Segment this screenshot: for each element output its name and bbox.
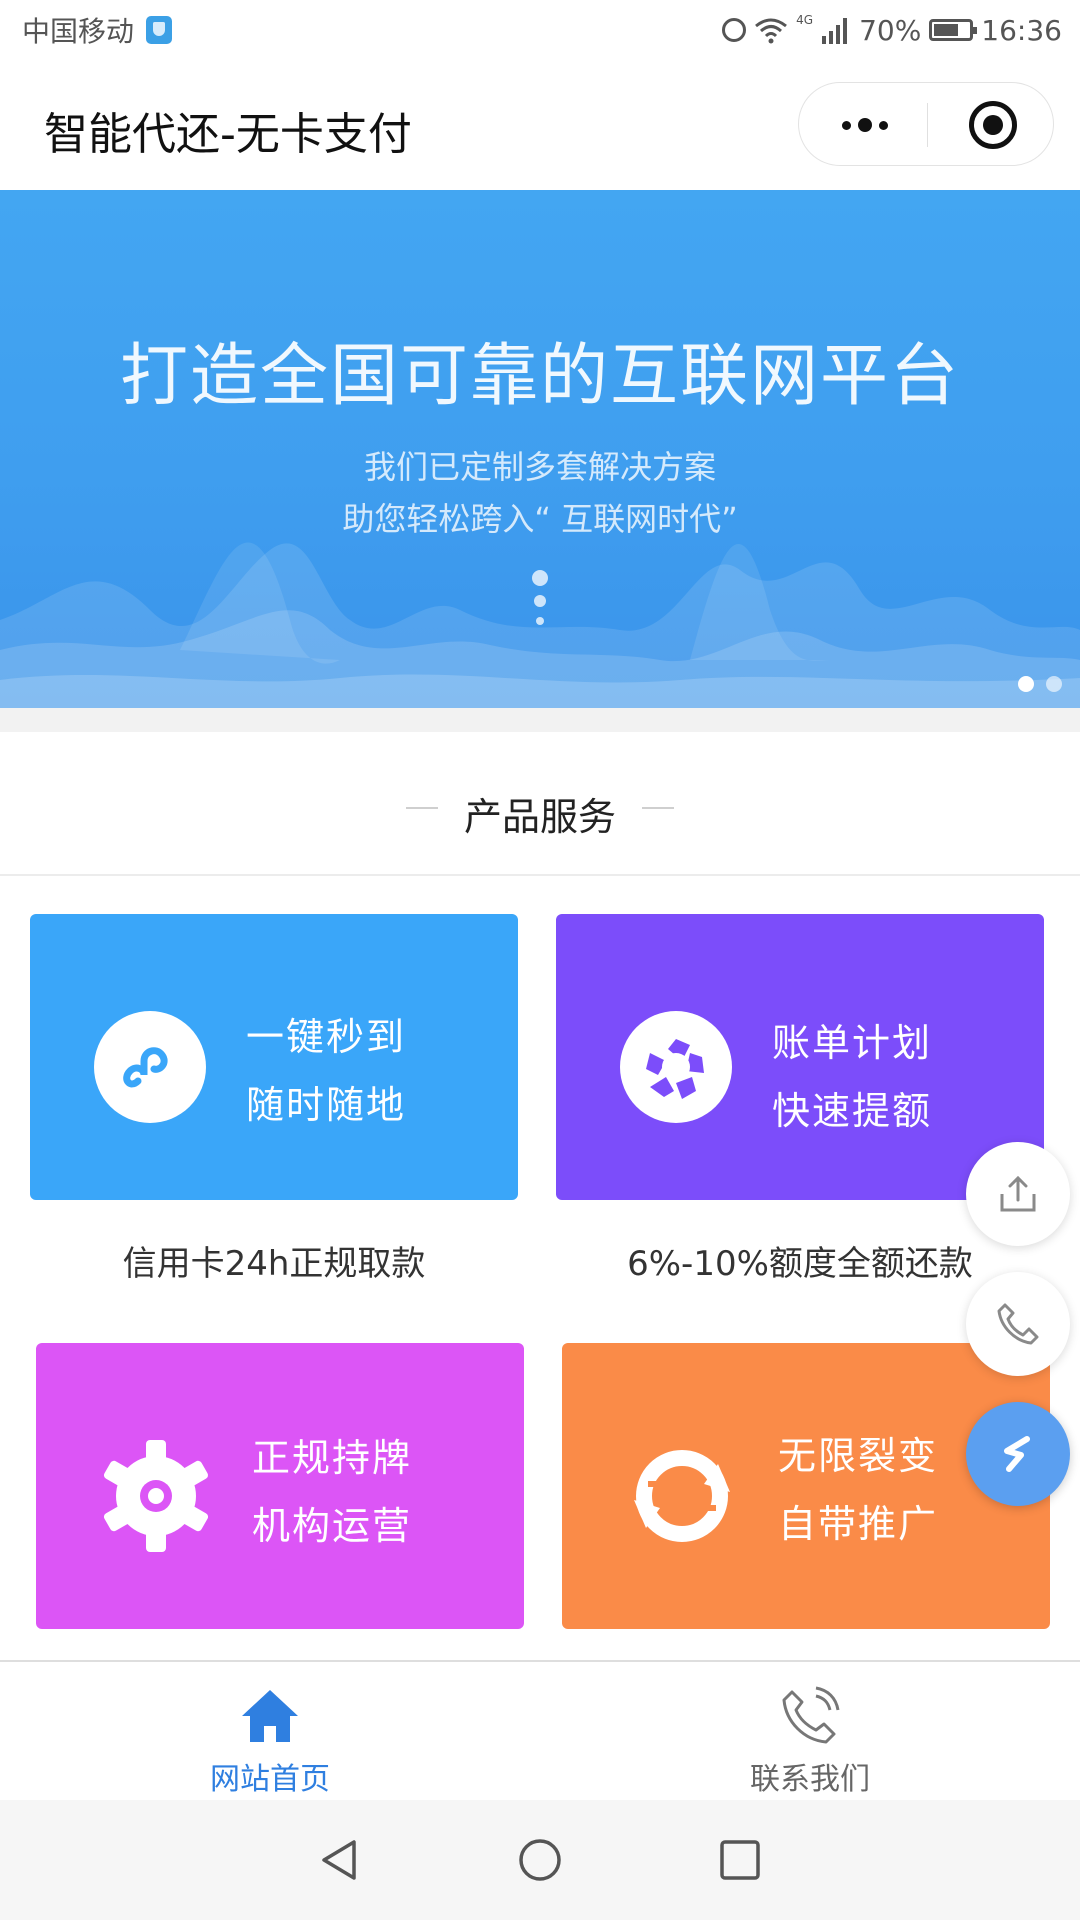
system-nav-bar bbox=[0, 1800, 1080, 1920]
banner-subtitle-line1: 我们已定制多套解决方案 bbox=[363, 448, 716, 486]
card-line2: 自带推广 bbox=[778, 1502, 939, 1546]
brand-logo-button[interactable] bbox=[966, 1402, 1070, 1506]
section-header: 产品服务 bbox=[0, 732, 1080, 876]
aperture-icon bbox=[620, 1011, 732, 1123]
clock: 16:36 bbox=[981, 13, 1062, 47]
carousel-dot[interactable] bbox=[1018, 676, 1034, 692]
home-circle-icon[interactable] bbox=[510, 1830, 570, 1890]
card-line1: 正规持牌 bbox=[252, 1436, 413, 1480]
status-bar: 中国移动 4G 70% 16:36 bbox=[0, 0, 1080, 62]
carousel-indicator bbox=[1018, 676, 1062, 692]
card-caption: 信用卡24h正规取款 bbox=[122, 1244, 426, 1284]
status-icons: 4G 70% 16:36 bbox=[722, 10, 1062, 50]
mini-program-capsule bbox=[798, 82, 1054, 166]
phone-icon bbox=[997, 1303, 1039, 1345]
gear-icon bbox=[103, 1440, 209, 1552]
wifi-icon bbox=[754, 16, 788, 44]
brand-logo-icon bbox=[1004, 1436, 1030, 1472]
divider-right bbox=[642, 807, 674, 809]
share-button[interactable] bbox=[966, 1142, 1070, 1246]
link-icon bbox=[94, 1011, 206, 1123]
card-line1: 账单计划 bbox=[772, 1021, 933, 1065]
capsule-divider bbox=[927, 103, 928, 147]
phone-call-icon bbox=[782, 1686, 840, 1744]
shield-icon bbox=[146, 16, 172, 44]
battery-icon bbox=[929, 19, 978, 41]
page-title: 智能代还-无卡支付 bbox=[44, 109, 412, 160]
card-line2: 快速提额 bbox=[772, 1089, 933, 1133]
tab-contact-label: 联系我们 bbox=[750, 1762, 870, 1797]
call-button[interactable] bbox=[966, 1272, 1070, 1376]
alarm-icon bbox=[722, 18, 747, 42]
section-title: 产品服务 bbox=[463, 795, 616, 839]
tab-home-label: 网站首页 bbox=[210, 1762, 330, 1797]
tab-home[interactable]: 网站首页 bbox=[0, 1662, 540, 1800]
card-line1: 无限裂变 bbox=[778, 1434, 939, 1478]
banner-subtitle-line2: 助您轻松跨入“ 互联网时代” bbox=[342, 500, 738, 538]
banner-carousel[interactable]: 打造全国可靠的互联网平台 我们已定制多套解决方案 助您轻松跨入“ 互联网时代” bbox=[0, 190, 1080, 708]
battery-percent: 70% bbox=[859, 13, 922, 47]
network-type: 4G bbox=[796, 13, 814, 27]
share-icon bbox=[1000, 1175, 1036, 1212]
tab-contact[interactable]: 联系我们 bbox=[540, 1662, 1080, 1800]
card-caption: 6%-10%额度全额还款 bbox=[627, 1244, 973, 1284]
section-spacer bbox=[0, 708, 1080, 732]
close-target-icon[interactable] bbox=[969, 101, 1017, 149]
back-icon[interactable] bbox=[310, 1830, 370, 1890]
service-card-billing[interactable]: 账单计划 快速提额 bbox=[556, 914, 1044, 1200]
card-line2: 机构运营 bbox=[252, 1504, 413, 1548]
home-icon bbox=[242, 1690, 298, 1742]
title-bar: 智能代还-无卡支付 bbox=[0, 62, 1080, 190]
carrier-name: 中国移动 bbox=[22, 15, 135, 48]
refresh-icon bbox=[634, 1450, 730, 1542]
card-line1: 一键秒到 bbox=[246, 1015, 407, 1059]
service-card-instant[interactable]: 一键秒到 随时随地 bbox=[30, 914, 518, 1200]
card-line2: 随时随地 bbox=[246, 1083, 407, 1127]
service-card-licensed[interactable]: 正规持牌 机构运营 bbox=[36, 1343, 524, 1629]
signal-icon bbox=[821, 16, 851, 44]
carousel-dot[interactable] bbox=[1046, 676, 1062, 692]
recents-icon[interactable] bbox=[710, 1830, 770, 1890]
banner-headline: 打造全国可靠的互联网平台 bbox=[119, 337, 960, 416]
tab-bar: 网站首页 联系我们 bbox=[0, 1660, 1080, 1800]
more-dots-icon[interactable] bbox=[835, 83, 895, 167]
